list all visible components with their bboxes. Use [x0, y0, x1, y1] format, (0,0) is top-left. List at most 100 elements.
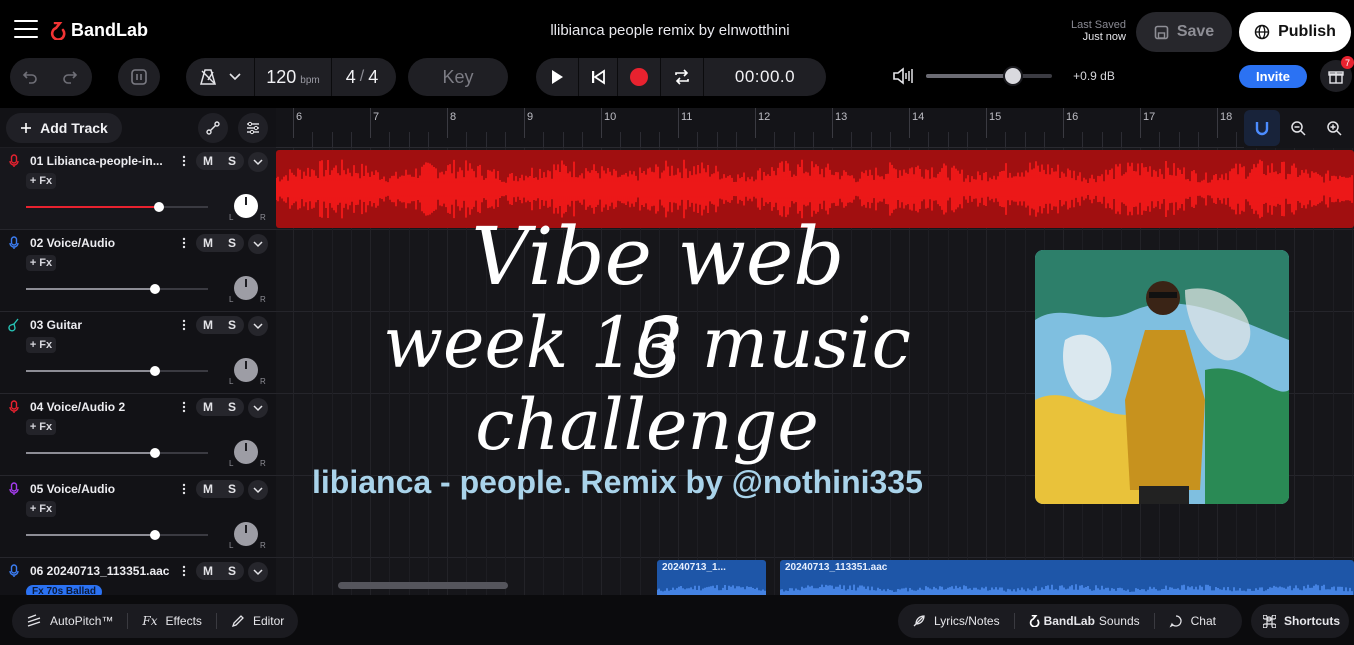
track-header[interactable]: 03 Guitar M S + Fx L R — [0, 312, 276, 394]
more-options-icon[interactable] — [180, 155, 188, 167]
more-options-icon[interactable] — [180, 237, 188, 249]
audio-region-track-06-b[interactable]: 20240713_113351.aac — [780, 560, 1354, 595]
time-signature-field[interactable]: 4 / 4 — [332, 58, 392, 96]
horizontal-scrollbar[interactable] — [338, 582, 508, 589]
snap-button[interactable] — [1244, 110, 1280, 146]
bandlab-sounds-button[interactable]: BandLab Sounds — [1015, 604, 1154, 638]
record-button[interactable] — [618, 58, 660, 96]
track-header[interactable]: 06 20240713_113351.aac M S Fx 70s Ballad — [0, 558, 276, 595]
beat-tick — [485, 132, 487, 147]
track-name[interactable]: 06 20240713_113351.aac — [30, 564, 174, 578]
metronome-icon — [200, 69, 216, 85]
expand-track-button[interactable] — [248, 152, 268, 172]
track-volume-slider[interactable] — [26, 284, 208, 294]
tracks-view-button[interactable] — [118, 58, 160, 96]
bpm-field[interactable]: 120 bpm — [255, 58, 331, 96]
track-volume-slider[interactable] — [26, 202, 208, 212]
effects-button[interactable]: Fx Effects — [128, 604, 216, 638]
save-button[interactable]: Save — [1136, 12, 1232, 52]
mute-button[interactable]: M — [196, 480, 220, 498]
add-fx-button[interactable]: + Fx — [26, 501, 56, 517]
solo-button[interactable]: S — [220, 562, 244, 580]
zoom-in-icon — [1327, 121, 1342, 136]
more-options-icon[interactable] — [180, 319, 188, 331]
solo-button[interactable]: S — [220, 316, 244, 334]
add-fx-button[interactable]: + Fx — [26, 419, 56, 435]
chat-label: Chat — [1190, 614, 1216, 628]
undo-button[interactable] — [10, 58, 50, 96]
expand-track-button[interactable] — [248, 480, 268, 500]
chat-button[interactable]: Chat — [1155, 604, 1230, 638]
speaker-icon[interactable] — [892, 66, 914, 86]
solo-button[interactable]: S — [220, 152, 244, 170]
bar-number: 15 — [989, 111, 1002, 123]
mute-button[interactable]: M — [196, 562, 220, 580]
track-header[interactable]: 04 Voice/Audio 2 M S + Fx L R — [0, 394, 276, 476]
autopitch-button[interactable]: AutoPitch™ — [12, 604, 127, 638]
audio-region-track-06-a[interactable]: 20240713_1... — [657, 560, 766, 595]
automation-button[interactable] — [198, 113, 228, 143]
playhead-time[interactable]: 00:00.0 — [704, 58, 826, 96]
track-name[interactable]: 04 Voice/Audio 2 — [30, 400, 174, 414]
add-fx-button[interactable]: + Fx — [26, 255, 56, 271]
expand-track-button[interactable] — [248, 234, 268, 254]
solo-button[interactable]: S — [220, 398, 244, 416]
loop-button[interactable] — [661, 58, 703, 96]
track-header[interactable]: 02 Voice/Audio M S + Fx L R — [0, 230, 276, 312]
track-volume-slider[interactable] — [26, 448, 208, 458]
shortcuts-button[interactable]: Shortcuts — [1251, 604, 1349, 638]
track-name[interactable]: 01 Libianca-people-in... — [30, 154, 174, 168]
add-fx-button[interactable]: + Fx — [26, 173, 56, 189]
solo-button[interactable]: S — [220, 234, 244, 252]
beat-tick — [774, 132, 776, 147]
beat-tick — [1082, 132, 1084, 147]
lyrics-notes-button[interactable]: Lyrics/Notes — [898, 604, 1014, 638]
key-button[interactable]: Key — [408, 58, 508, 96]
timeline-ruler[interactable]: 6 7 8 9 10 11 12 13 14 15 16 17 18 — [276, 108, 1354, 148]
more-options-icon[interactable] — [180, 565, 188, 577]
track-name[interactable]: 02 Voice/Audio — [30, 236, 174, 250]
add-track-button[interactable]: Add Track — [6, 113, 122, 143]
zoom-out-button[interactable] — [1280, 110, 1316, 146]
beat-tick — [504, 132, 506, 147]
track-header[interactable]: 05 Voice/Audio M S + Fx L R — [0, 476, 276, 558]
track-name[interactable]: 05 Voice/Audio — [30, 482, 174, 496]
metronome-dropdown[interactable] — [186, 58, 254, 96]
mute-button[interactable]: M — [196, 234, 220, 252]
beat-tick — [870, 132, 872, 147]
track-name[interactable]: 03 Guitar — [30, 318, 174, 332]
track-header[interactable]: 01 Libianca-people-in... M S + Fx L R — [0, 148, 276, 230]
pan-knob[interactable]: LR — [229, 438, 266, 468]
beat-tick — [408, 132, 410, 147]
publish-button[interactable]: Publish — [1239, 12, 1351, 52]
expand-track-button[interactable] — [248, 562, 268, 582]
autopitch-label: AutoPitch™ — [50, 614, 114, 628]
track-volume-slider[interactable] — [26, 366, 208, 376]
mute-button[interactable]: M — [196, 398, 220, 416]
pan-knob[interactable]: LR — [229, 520, 266, 550]
solo-button[interactable]: S — [220, 480, 244, 498]
redo-button[interactable] — [50, 58, 90, 96]
invite-button[interactable]: Invite — [1239, 65, 1307, 88]
more-options-icon[interactable] — [180, 401, 188, 413]
rewind-button[interactable] — [579, 58, 617, 96]
track-volume-slider[interactable] — [26, 530, 208, 540]
zoom-in-button[interactable] — [1316, 110, 1352, 146]
pan-knob[interactable]: LR — [229, 192, 266, 222]
pan-knob[interactable]: LR — [229, 274, 266, 304]
chevron-down-icon — [229, 73, 241, 81]
mute-button[interactable]: M — [196, 152, 220, 170]
add-fx-button[interactable]: + Fx — [26, 337, 56, 353]
panel-toggle-icon — [131, 69, 147, 85]
play-button[interactable] — [536, 58, 578, 96]
fx-preset-tag[interactable]: Fx 70s Ballad — [26, 585, 102, 595]
mixer-button[interactable] — [238, 113, 268, 143]
command-key-icon — [1263, 614, 1276, 628]
more-options-icon[interactable] — [180, 483, 188, 495]
lyrics-notes-label: Lyrics/Notes — [934, 614, 1000, 628]
master-volume-knob[interactable] — [1002, 66, 1023, 86]
master-volume-slider[interactable] — [926, 74, 1052, 78]
editor-button[interactable]: Editor — [217, 604, 298, 638]
mute-button[interactable]: M — [196, 316, 220, 334]
pan-knob[interactable]: LR — [229, 356, 266, 386]
